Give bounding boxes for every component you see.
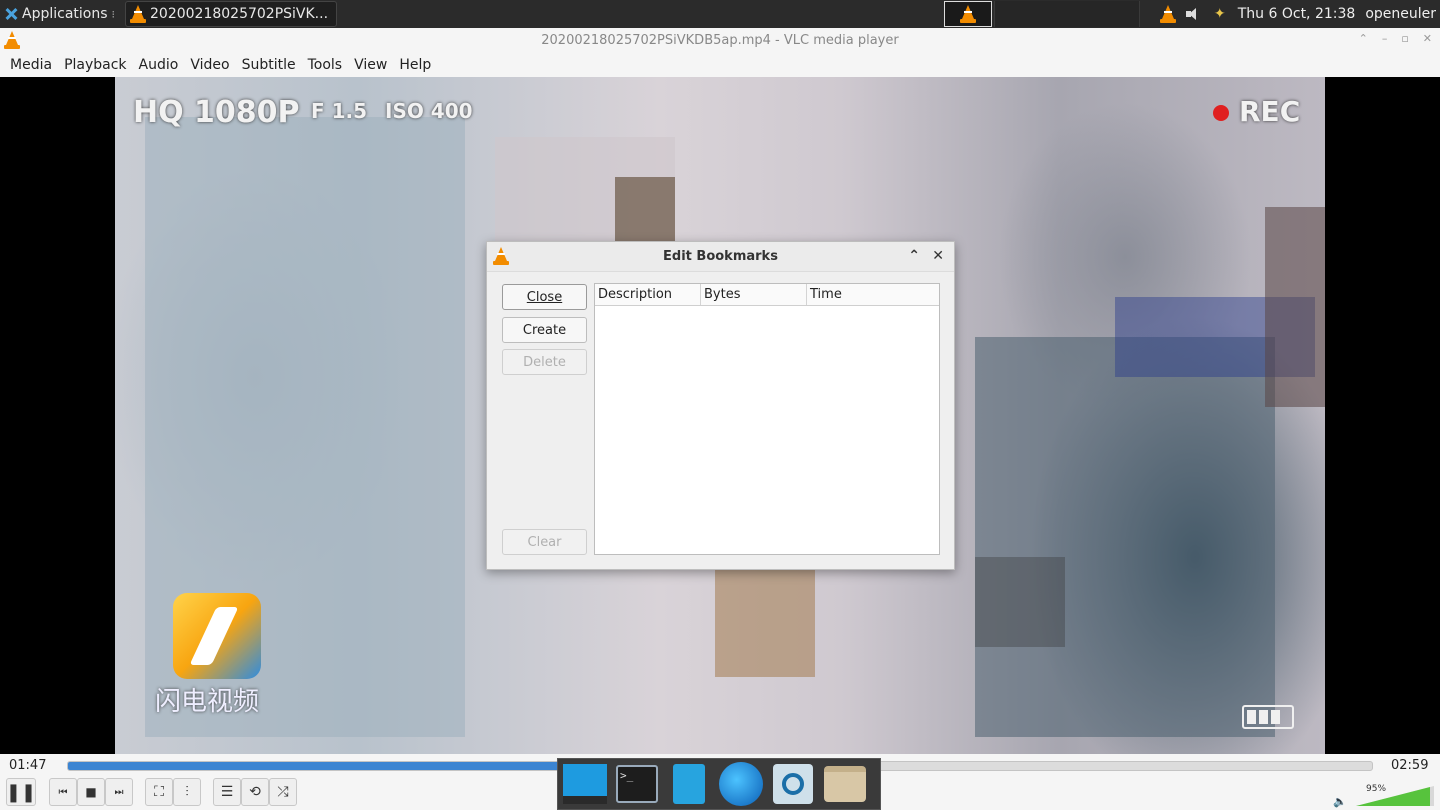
vlc-icon <box>130 5 146 23</box>
delete-button: Delete <box>502 349 587 375</box>
vlc-icon <box>4 31 20 49</box>
dialog-close-icon[interactable]: ✕ <box>932 248 944 264</box>
playlist-button[interactable]: ☰ <box>213 778 241 806</box>
menu-help[interactable]: Help <box>393 57 437 73</box>
pause-button[interactable]: ❚❚ <box>6 778 36 806</box>
menu-video[interactable]: Video <box>184 57 235 73</box>
bookmarks-table[interactable]: Description Bytes Time <box>594 283 940 555</box>
workspace-switcher-active[interactable] <box>944 1 992 27</box>
vlc-icon <box>960 5 976 23</box>
close-icon[interactable]: ✕ <box>1423 32 1432 45</box>
fullscreen-icon: ⛶ <box>154 784 164 800</box>
dock-files[interactable] <box>666 761 712 807</box>
dialog-title: Edit Bookmarks <box>663 249 778 264</box>
vlc-icon <box>493 247 509 265</box>
workspace-switcher[interactable] <box>994 1 1140 27</box>
shuffle-button[interactable]: ⤮ <box>269 778 297 806</box>
menu-playback[interactable]: Playback <box>58 57 132 73</box>
shade-icon[interactable]: ⌃ <box>1359 32 1368 45</box>
top-panel: Applications ⁝ 20200218025702PSiVK... ✦ … <box>0 0 1440 28</box>
pause-icon: ❚❚ <box>5 781 37 803</box>
dialog-shade-icon[interactable]: ⌃ <box>908 248 920 264</box>
broadcaster-logo <box>173 593 261 679</box>
dock-show-desktop[interactable] <box>562 761 608 807</box>
equalizer-icon: ⫶ <box>185 784 189 800</box>
menu-media[interactable]: Media <box>4 57 58 73</box>
close-button[interactable]: Close <box>502 284 587 310</box>
bookmarks-table-header: Description Bytes Time <box>595 284 939 306</box>
loop-button[interactable]: ⟲ <box>241 778 269 806</box>
volume-tray-icon[interactable] <box>1185 7 1202 21</box>
minimize-icon[interactable]: – <box>1382 32 1388 45</box>
system-tray: ✦ Thu 6 Oct, 21:38 openeuler <box>1159 0 1440 28</box>
dock-terminal[interactable]: >_ <box>614 761 660 807</box>
extended-settings-button[interactable]: ⫶ <box>173 778 201 806</box>
osd-aperture: F 1.5 <box>311 99 368 123</box>
app-finder-icon <box>773 764 813 804</box>
next-icon: ⏭ <box>114 786 124 798</box>
clear-button: Clear <box>502 529 587 555</box>
clock[interactable]: Thu 6 Oct, 21:38 <box>1238 6 1356 22</box>
loop-icon: ⟲ <box>249 784 261 800</box>
rec-dot-icon <box>1213 105 1229 121</box>
menu-subtitle[interactable]: Subtitle <box>236 57 302 73</box>
osd-iso: ISO 400 <box>385 99 473 123</box>
watermark-text: 闪电视频 <box>155 687 260 717</box>
file-manager-icon <box>673 764 705 804</box>
dialog-titlebar: Edit Bookmarks ⌃ ✕ <box>487 242 954 272</box>
menu-view[interactable]: View <box>348 57 393 73</box>
create-button[interactable]: Create <box>502 317 587 343</box>
menu-arrow-icon: ⁝ <box>111 7 116 21</box>
column-time[interactable]: Time <box>807 284 939 305</box>
previous-button[interactable]: ⏮ <box>49 778 77 806</box>
taskbar-vlc-button[interactable]: 20200218025702PSiVK... <box>125 1 338 27</box>
elapsed-time[interactable]: 01:47 <box>9 758 46 773</box>
vlc-tray-icon[interactable] <box>1159 5 1176 23</box>
network-icon[interactable]: ✦ <box>1212 6 1228 22</box>
terminal-icon: >_ <box>616 765 658 803</box>
dock-folder[interactable] <box>822 761 868 807</box>
applications-menu[interactable]: Applications ⁝ <box>0 0 119 28</box>
next-button[interactable]: ⏭ <box>105 778 133 806</box>
stop-button[interactable]: ■ <box>77 778 105 806</box>
playlist-icon: ☰ <box>220 784 234 800</box>
window-title: 20200218025702PSiVKDB5ap.mp4 - VLC media… <box>541 32 899 48</box>
volume-percent: 95% <box>1366 784 1387 794</box>
fullscreen-button[interactable]: ⛶ <box>145 778 173 806</box>
column-bytes[interactable]: Bytes <box>701 284 807 305</box>
menu-audio[interactable]: Audio <box>133 57 185 73</box>
dock-browser[interactable] <box>718 761 764 807</box>
total-time[interactable]: 02:59 <box>1391 758 1428 773</box>
stop-icon: ■ <box>85 785 97 799</box>
web-browser-icon <box>719 762 763 806</box>
window-titlebar: 20200218025702PSiVKDB5ap.mp4 - VLC media… <box>0 28 1440 52</box>
dock-search[interactable] <box>770 761 816 807</box>
column-description[interactable]: Description <box>595 284 701 305</box>
user-menu[interactable]: openeuler <box>1365 6 1436 22</box>
shuffle-icon: ⤮ <box>277 784 289 800</box>
maximize-icon[interactable]: ▫ <box>1401 32 1408 45</box>
previous-icon: ⏮ <box>58 786 68 798</box>
desktop-icon <box>563 764 607 804</box>
menu-bar: Media Playback Audio Video Subtitle Tool… <box>0 52 1440 77</box>
edit-bookmarks-dialog: Edit Bookmarks ⌃ ✕ Close Create Delete C… <box>486 241 955 570</box>
mute-icon[interactable]: 🔈 <box>1333 795 1347 808</box>
applications-icon <box>4 7 18 21</box>
applications-label: Applications <box>22 6 108 22</box>
folder-icon <box>824 766 866 802</box>
dock: >_ <box>557 758 881 810</box>
menu-tools[interactable]: Tools <box>302 57 349 73</box>
taskbar-vlc-title: 20200218025702PSiVK... <box>150 6 329 22</box>
osd-quality: HQ 1080P <box>133 95 300 130</box>
battery-icon <box>1242 705 1294 729</box>
osd-rec: REC <box>1239 95 1301 128</box>
